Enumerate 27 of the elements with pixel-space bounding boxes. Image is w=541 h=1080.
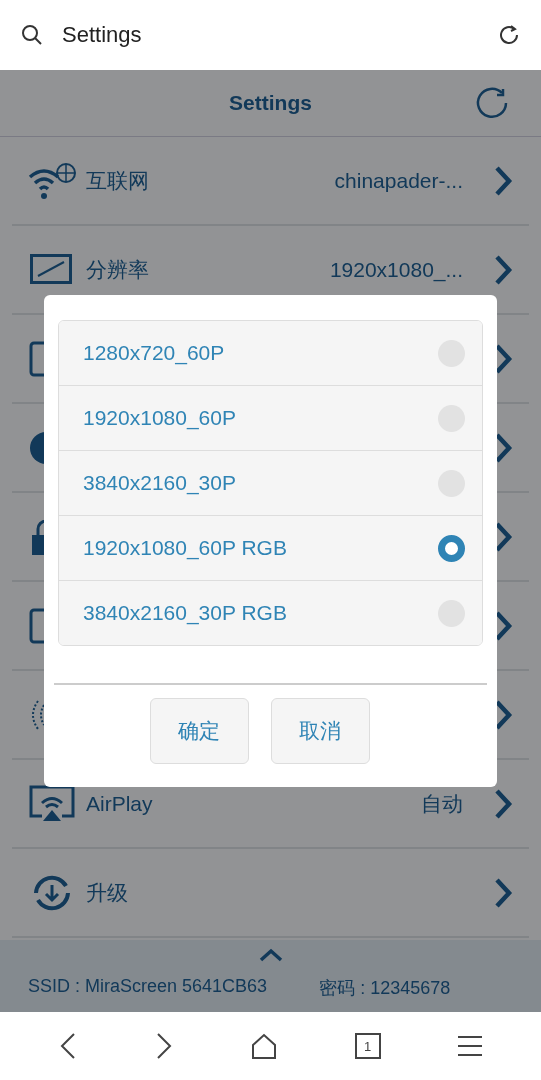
setting-value: 自动 xyxy=(421,790,463,817)
confirm-button[interactable]: 确定 xyxy=(149,698,249,764)
reload-icon[interactable] xyxy=(497,23,521,47)
setting-value: chinapader-... xyxy=(334,168,463,193)
setting-label: 互联网 xyxy=(86,167,149,194)
password-text: 密码 : 12345678 xyxy=(319,977,451,1000)
resolution-option[interactable]: 3840x2160_30P xyxy=(59,451,482,516)
wifi-globe-icon xyxy=(28,160,76,201)
cancel-button[interactable]: 取消 xyxy=(270,698,370,764)
tabs-button[interactable]: 1 xyxy=(354,1033,381,1059)
resolution-option[interactable]: 1280x720_60P xyxy=(59,321,482,386)
resolution-option[interactable]: 3840x2160_30P RGB xyxy=(59,581,482,645)
resolution-option[interactable]: 1920x1080_60P xyxy=(59,386,482,451)
page-title: Settings xyxy=(229,91,312,115)
chevron-up-icon[interactable] xyxy=(257,948,284,962)
search-icon[interactable] xyxy=(20,23,44,47)
setting-label: 升级 xyxy=(86,879,128,906)
radio-button[interactable] xyxy=(438,534,465,562)
ssid-text: SSID : MiraScreen 5641CB63 xyxy=(28,976,268,998)
home-icon[interactable] xyxy=(250,1032,279,1060)
address-text[interactable]: Settings xyxy=(62,22,479,48)
setting-value: 1920x1080_... xyxy=(329,257,463,282)
setting-label: 分辨率 xyxy=(86,256,149,283)
menu-icon[interactable] xyxy=(456,1034,483,1058)
setting-label: AirPlay xyxy=(86,791,153,816)
airplay-icon xyxy=(28,783,76,824)
resolution-option[interactable]: 1920x1080_60P RGB xyxy=(59,516,482,581)
